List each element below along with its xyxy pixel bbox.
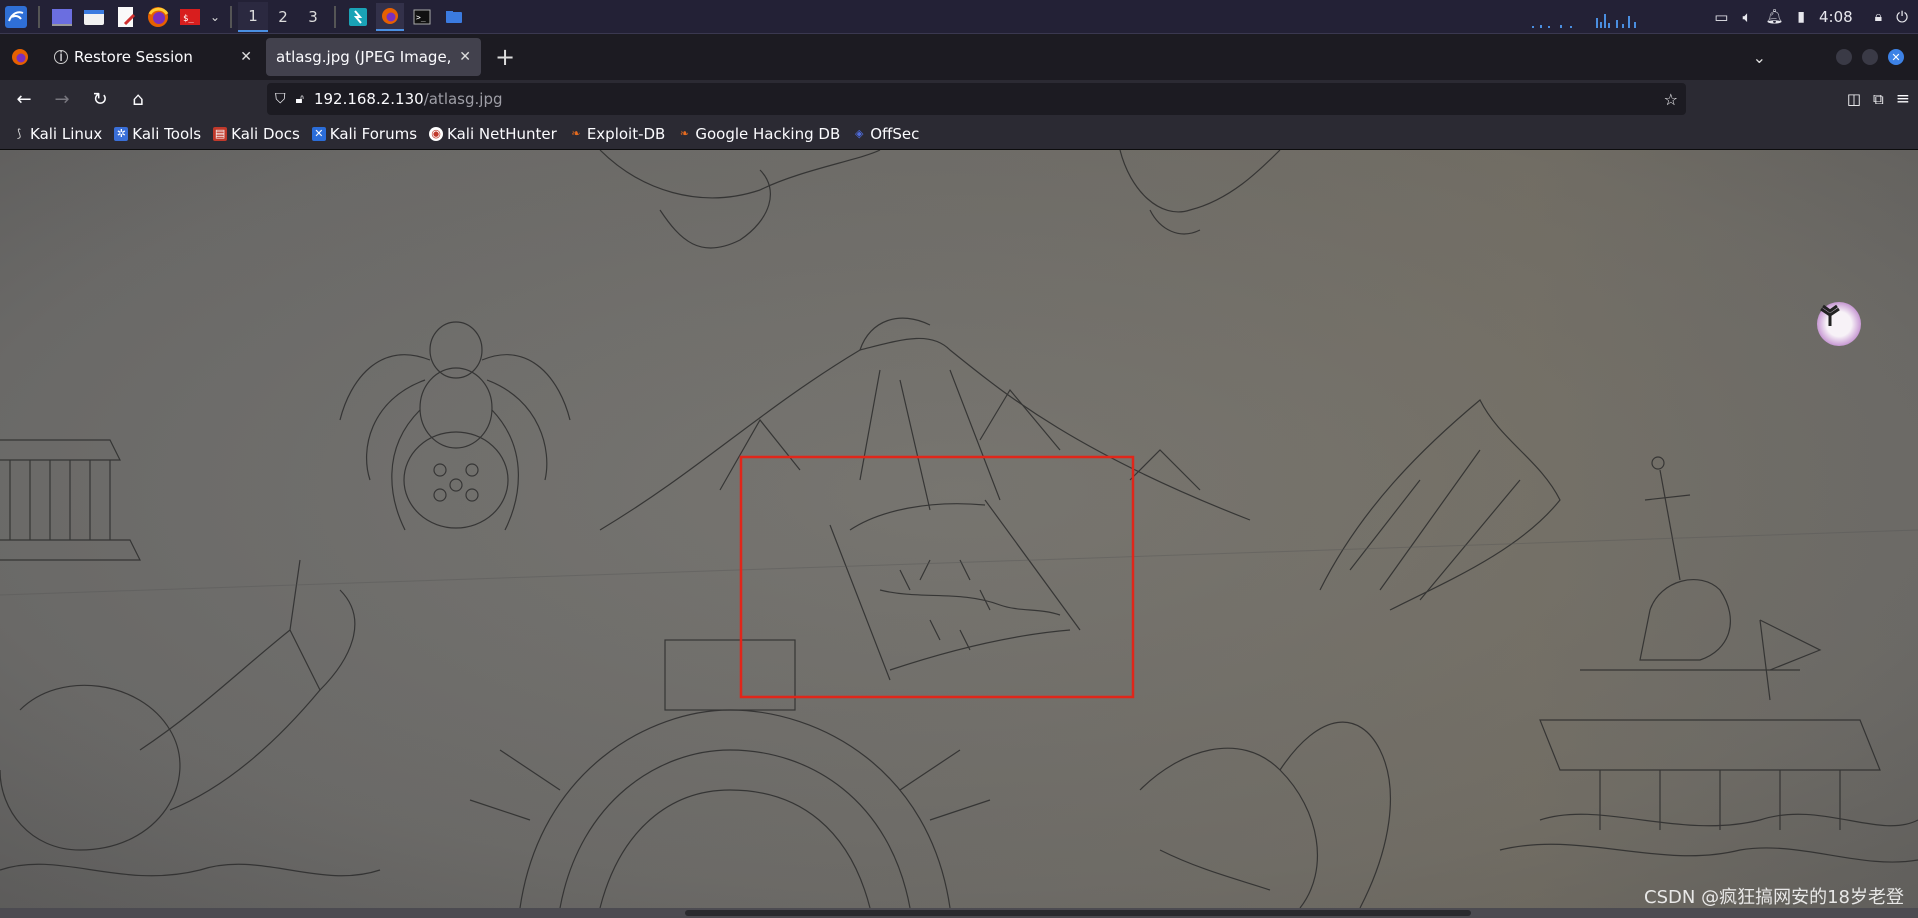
folder-window-icon[interactable] [440, 3, 468, 31]
bookmarks-toolbar: ⟆ Kali Linux ✲ Kali Tools ▤ Kali Docs ✕ … [0, 118, 1918, 150]
new-tab-button[interactable]: + [495, 43, 515, 71]
tab-close-icon[interactable]: ✕ [240, 49, 252, 65]
workspace-3[interactable]: 3 [298, 2, 328, 32]
tab-close-icon[interactable]: ✕ [459, 49, 471, 65]
workspace-label: 1 [248, 6, 258, 25]
home-button[interactable]: ⌂ [120, 83, 156, 115]
svg-text:>_: >_ [416, 13, 426, 22]
tab-label: atlasg.jpg (JPEG Image, 4096 [276, 48, 453, 66]
image-viewport[interactable] [0, 150, 1918, 908]
back-button[interactable]: ← [6, 83, 42, 115]
clock[interactable]: 4:08 [1819, 8, 1853, 26]
kali-forums-icon: ✕ [311, 126, 326, 141]
list-all-tabs-chevron-icon[interactable]: ⌄ [1753, 48, 1766, 67]
tab-label: Restore Session [74, 48, 193, 66]
kali-docs-icon: ▤ [213, 126, 228, 141]
app-menu-hamburger-icon[interactable]: ≡ [1896, 89, 1910, 109]
nethunter-icon: ◉ [429, 126, 444, 141]
kali-tools-icon: ✲ [114, 126, 129, 141]
exploit-db-icon: ❧ [571, 127, 581, 140]
bookmark-offsec[interactable]: ◈ OffSec [852, 125, 919, 143]
volume-icon[interactable]: 🔈︎ [1742, 8, 1751, 26]
bookmark-star-icon[interactable]: ☆ [1664, 90, 1678, 109]
atlas-map-image [0, 150, 1918, 908]
text-editor-icon[interactable] [112, 3, 140, 31]
battery-icon[interactable]: ▮ [1797, 9, 1805, 25]
file-manager-icon[interactable] [80, 3, 108, 31]
bookmark-label: Kali Docs [231, 124, 300, 143]
workspace-label: 2 [278, 7, 288, 26]
taskbar-separator [230, 5, 232, 28]
bookmark-exploit-db[interactable]: ❧ Exploit-DB [569, 124, 666, 143]
maximize-window-button[interactable] [1862, 49, 1878, 65]
bookmark-label: Kali Tools [132, 124, 202, 143]
floating-extension-logo-icon[interactable] [1817, 302, 1861, 346]
url-bar[interactable]: ⛉ 🔓︎ 192.168.2.130/atlasg.jpg ☆ [267, 83, 1686, 115]
system-tray: ▭ 🔈︎ 🔔︎ ▮ 4:08 🔒︎ ⏻ [1530, 6, 1918, 28]
notifications-bell-icon[interactable]: 🔔︎ [1765, 9, 1783, 25]
terminal-window-icon[interactable]: >_ [408, 3, 436, 31]
kali-menu-icon[interactable] [2, 3, 30, 31]
minimize-window-button[interactable] [1836, 49, 1852, 65]
horizontal-scrollbar[interactable] [0, 908, 1918, 918]
tracking-protection-shield-icon[interactable]: ⛉ [275, 91, 286, 107]
firefox-window-icon[interactable] [376, 2, 404, 31]
url-host: 192.168.2.130 [313, 90, 424, 108]
chevron-down-icon[interactable]: ⌄ [208, 3, 222, 31]
show-desktop-icon[interactable] [48, 3, 76, 31]
bookmark-label: Kali Linux [30, 124, 103, 143]
lock-screen-icon[interactable]: 🔒︎ [1875, 9, 1882, 25]
bookmark-kali-forums[interactable]: ✕ Kali Forums [311, 124, 418, 143]
tab-restore-session[interactable]: i Restore Session ✕ [44, 38, 262, 76]
page-info-icon[interactable]: 🔓︎ [296, 92, 304, 107]
bookmark-label: OffSec [870, 124, 920, 143]
bookmark-kali-docs[interactable]: ▤ Kali Docs [213, 125, 300, 143]
ghdb-icon: ❧ [679, 127, 689, 140]
bookmark-google-hacking-db[interactable]: ❧ Google Hacking DB [677, 125, 840, 143]
bookmark-label: Kali NetHunter [447, 124, 557, 143]
info-icon: i [54, 50, 68, 65]
bookmark-label: Google Hacking DB [695, 124, 841, 143]
kali-dragon-icon: ⟆ [16, 127, 22, 140]
bookmark-kali-nethunter[interactable]: ◉ Kali NetHunter [429, 125, 557, 143]
reload-button[interactable]: ↻ [82, 83, 118, 115]
bookmark-kali-tools[interactable]: ✲ Kali Tools [114, 125, 201, 143]
forward-button[interactable]: → [44, 83, 80, 115]
tab-strip: i Restore Session ✕ atlasg.jpg (JPEG Ima… [0, 34, 1918, 80]
taskbar-separator [38, 5, 40, 28]
navigation-toolbar: ← → ↻ ⌂ ⛉ 🔓︎ 192.168.2.130/atlasg.jpg ☆ … [0, 80, 1918, 118]
app-icon-teal[interactable] [344, 3, 372, 31]
extensions-puzzle-icon[interactable]: ⧉ [1873, 90, 1884, 108]
firefox-view-icon[interactable] [0, 48, 40, 66]
bookmark-label: Kali Forums [329, 124, 418, 143]
desktop-taskbar: $_ ⌄ 1 2 3 >_ ▭ 🔈︎ 🔔︎ ▮ 4:08 🔒︎ ⏻ [0, 0, 1918, 34]
display-icon[interactable]: ▭ [1714, 8, 1728, 26]
scrollbar-thumb[interactable] [685, 910, 1471, 916]
tab-atlasg-image[interactable]: atlasg.jpg (JPEG Image, 4096 ✕ [266, 38, 481, 76]
firefox-launcher-icon[interactable] [144, 3, 172, 31]
url-path: /atlasg.jpg [423, 90, 503, 108]
close-window-button[interactable]: ✕ [1888, 49, 1904, 65]
power-icon[interactable]: ⏻ [1896, 8, 1908, 26]
pocket-icon[interactable]: ◫ [1847, 90, 1861, 108]
csdn-watermark: CSDN @疯狂搞网安的18岁老登 [1644, 887, 1904, 908]
cpu-graph [1530, 6, 1640, 28]
workspace-1[interactable]: 1 [238, 1, 268, 32]
workspace-label: 3 [308, 7, 318, 26]
taskbar-separator [334, 5, 336, 28]
offsec-icon: ◈ [855, 127, 864, 140]
terminal-launcher-icon[interactable]: $_ [176, 3, 204, 31]
workspace-2[interactable]: 2 [268, 2, 298, 32]
bookmark-kali-linux[interactable]: ⟆ Kali Linux [12, 125, 102, 143]
svg-text:$_: $_ [183, 14, 194, 24]
bookmark-label: Exploit-DB [586, 124, 666, 143]
